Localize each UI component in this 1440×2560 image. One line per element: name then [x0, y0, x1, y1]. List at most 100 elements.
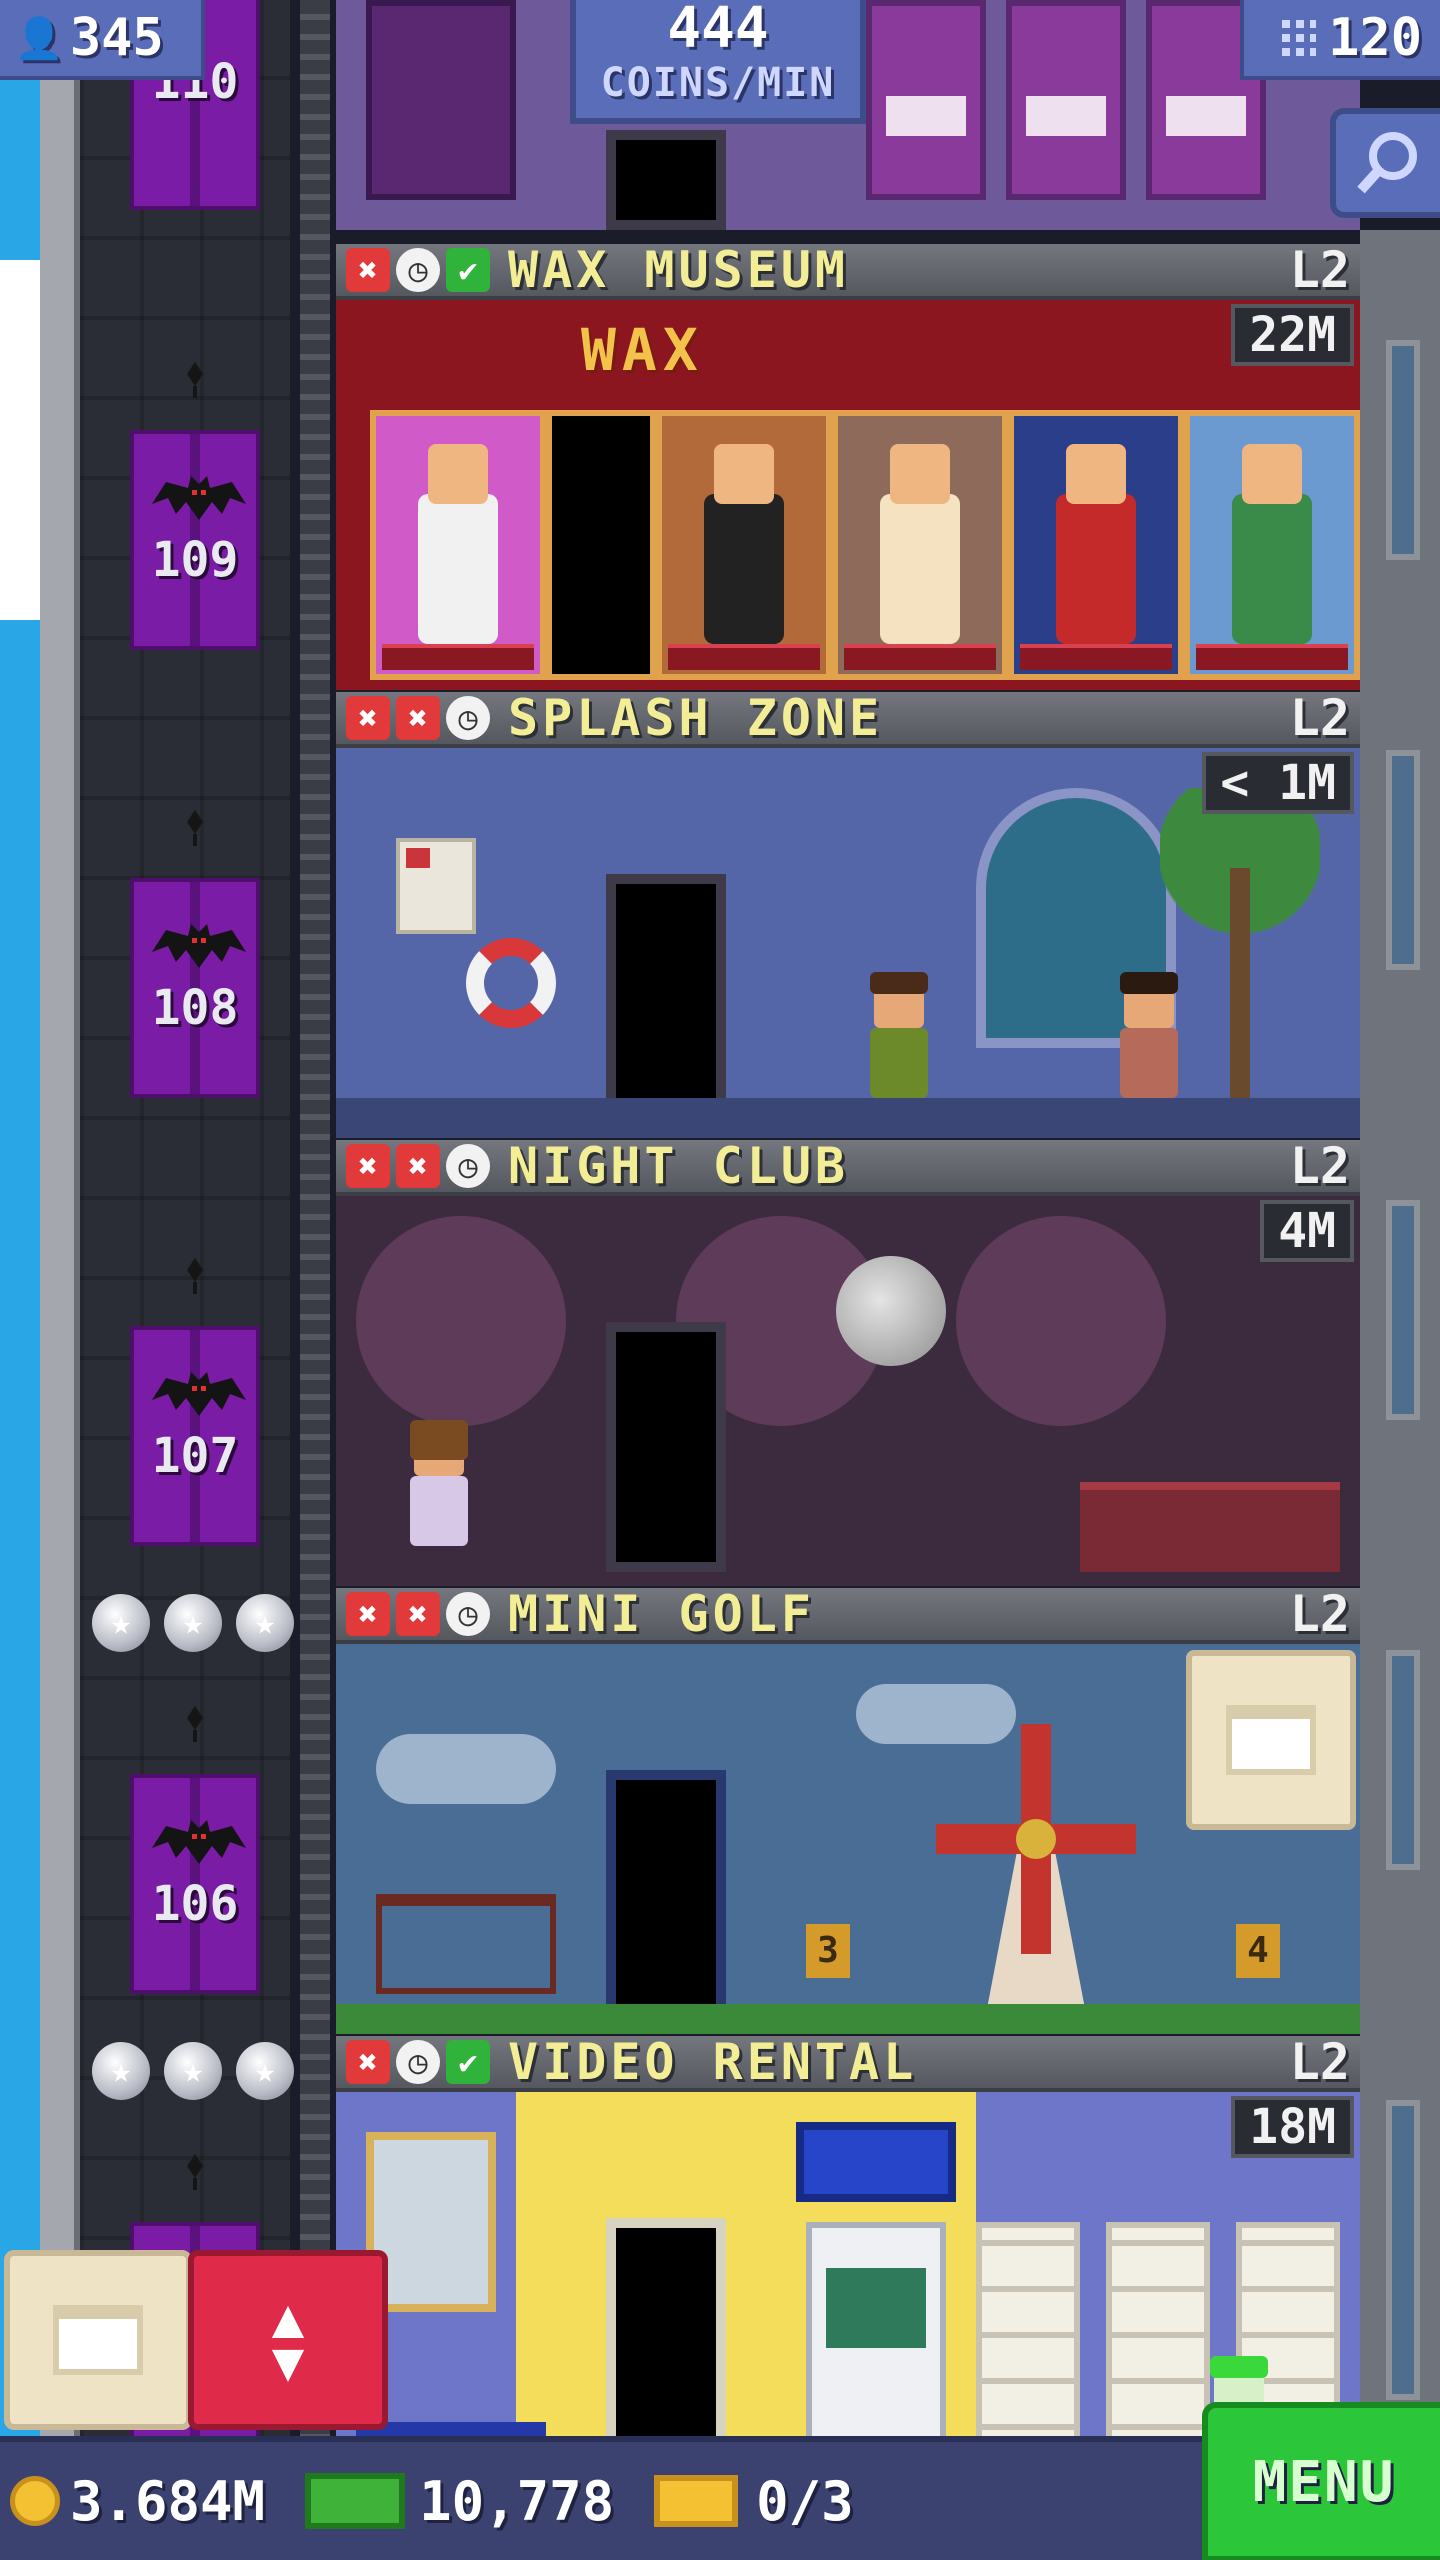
ticket-sign	[796, 2122, 956, 2202]
star-icon: ★	[164, 1594, 222, 1652]
status-x-icon: ✖	[396, 696, 440, 740]
status-x-icon: ✖	[346, 1144, 390, 1188]
bux-display[interactable]: 10,778	[305, 2470, 614, 2533]
floor-name: MINI GOLF	[508, 1585, 815, 1643]
population-counter[interactable]: 👤 345	[0, 0, 205, 80]
elevator-rail	[300, 0, 330, 2560]
elevator-floor-cell[interactable]: 106	[130, 1774, 260, 1994]
stock-timer: 22M	[1231, 304, 1354, 366]
floor-name: WAX MUSEUM	[508, 241, 850, 299]
status-x-icon: ✖	[346, 248, 390, 292]
floor-room[interactable]: 22M WAX	[336, 300, 1360, 690]
status-clock-icon: ◷	[446, 1144, 490, 1188]
stock-timer: 4M	[1260, 1200, 1354, 1262]
stock-crate-button[interactable]	[1186, 1650, 1356, 1830]
elevator-floor-number: 106	[151, 1876, 239, 1932]
tower-window	[1386, 2100, 1420, 2400]
floor-room[interactable]: < 1M	[336, 748, 1360, 1138]
building-icon	[1276, 14, 1317, 62]
resident-character[interactable]	[1116, 972, 1182, 1098]
star-icon: ★	[164, 2042, 222, 2100]
stock-all-button[interactable]	[4, 2250, 192, 2430]
wax-booth	[1184, 410, 1360, 680]
search-button[interactable]	[1330, 108, 1440, 218]
arrow-down-icon: ▼	[271, 2330, 305, 2393]
floor-header: ✖ ◷ ✔ VIDEO RENTAL L2	[336, 2033, 1360, 2092]
elevator-floor-cell[interactable]: 107	[130, 1326, 260, 1546]
windmill	[936, 1684, 1136, 2014]
spotlight	[956, 1216, 1166, 1426]
status-x-icon: ✖	[346, 696, 390, 740]
sky-background	[0, 0, 40, 2560]
pedestal	[844, 644, 997, 670]
floor-level: L2	[1289, 689, 1350, 747]
status-clock-icon: ◷	[446, 696, 490, 740]
resident-character[interactable]	[866, 972, 932, 1098]
star-icon: ★	[92, 2042, 150, 2100]
floor-name: NIGHT CLUB	[508, 1137, 850, 1195]
status-clock-icon: ◷	[396, 248, 440, 292]
wax-figure	[880, 444, 961, 644]
floor-door	[606, 1322, 726, 1572]
status-x-icon: ✖	[396, 1592, 440, 1636]
menu-button[interactable]: MENU	[1202, 2402, 1440, 2560]
coins-display[interactable]: 3.684M	[10, 2470, 265, 2533]
floor-night-club[interactable]: ✖ ✖ ◷ NIGHT CLUB L2 4M	[336, 1137, 1360, 1586]
status-x-icon: ✖	[396, 1144, 440, 1188]
pedestal	[1020, 644, 1173, 670]
bux-value: 10,778	[419, 2469, 615, 2533]
floor-door	[545, 410, 657, 680]
tower-window	[1386, 340, 1420, 560]
wax-sign: WAX	[581, 316, 704, 384]
status-check-icon: ✔	[446, 248, 490, 292]
floor-rating-stars: ★ ★ ★	[92, 1594, 294, 1652]
tower-window	[1386, 1200, 1420, 1420]
coins-per-minute-value: 444	[667, 0, 769, 61]
floor-door	[606, 1770, 726, 2020]
floor-wax-museum[interactable]: ✖ ◷ ✔ WAX MUSEUM L2 22M WAX	[336, 241, 1360, 690]
elevator-button[interactable]: ▲ ▼	[188, 2250, 388, 2430]
wax-booth	[370, 410, 546, 680]
bat-icon	[152, 922, 246, 972]
floor-name: SPLASH ZONE	[508, 689, 884, 747]
floor-count-counter[interactable]: 120	[1240, 0, 1440, 80]
spotlight	[356, 1216, 566, 1426]
elevator-floor-cell[interactable]: 108	[130, 878, 260, 1098]
crate-icon	[1226, 1705, 1316, 1775]
coins-per-minute-panel[interactable]: 444 COINS/MIN	[570, 0, 866, 124]
tickets-display[interactable]: 0/3	[654, 2470, 854, 2533]
search-icon	[1357, 132, 1417, 194]
stock-timer: < 1M	[1202, 752, 1354, 814]
bat-icon	[152, 1818, 246, 1868]
status-x-icon: ✖	[346, 1592, 390, 1636]
resident-character[interactable]	[406, 1420, 472, 1546]
tower-outer-wall	[40, 0, 80, 2560]
floor-sign	[366, 0, 516, 200]
coin-icon	[10, 2476, 60, 2526]
wax-figure	[1232, 444, 1312, 644]
person-icon: 👤	[14, 15, 64, 62]
cloud	[0, 260, 40, 620]
elevator-floor-cell[interactable]: 109	[130, 430, 260, 650]
coins-per-minute-label: COINS/MIN	[600, 60, 836, 106]
wax-booth	[832, 410, 1009, 680]
status-x-icon: ✖	[346, 2040, 390, 2084]
tower-window	[1386, 750, 1420, 970]
call-marker-icon	[175, 808, 215, 848]
floor-splash-zone[interactable]: ✖ ✖ ◷ SPLASH ZONE L2 < 1M	[336, 689, 1360, 1138]
floor-header: ✖ ✖ ◷ MINI GOLF L2	[336, 1585, 1360, 1644]
elevator-floor-number: 109	[151, 532, 239, 588]
currency-bar: 3.684M 10,778 0/3 MENU	[0, 2402, 1440, 2560]
population-value: 345	[69, 8, 164, 68]
floor-room[interactable]: 4M	[336, 1196, 1360, 1586]
bat-icon	[152, 1370, 246, 1420]
wax-exhibits	[370, 410, 1360, 680]
lifebuoy	[466, 938, 556, 1028]
floor-count-value: 120	[1328, 8, 1422, 68]
floor-header: ✖ ◷ ✔ WAX MUSEUM L2	[336, 241, 1360, 300]
bat-icon	[152, 474, 246, 524]
floor-door	[606, 2218, 726, 2468]
star-icon: ★	[236, 2042, 294, 2100]
club-rack	[376, 1894, 556, 1994]
wax-booth	[1008, 410, 1185, 680]
